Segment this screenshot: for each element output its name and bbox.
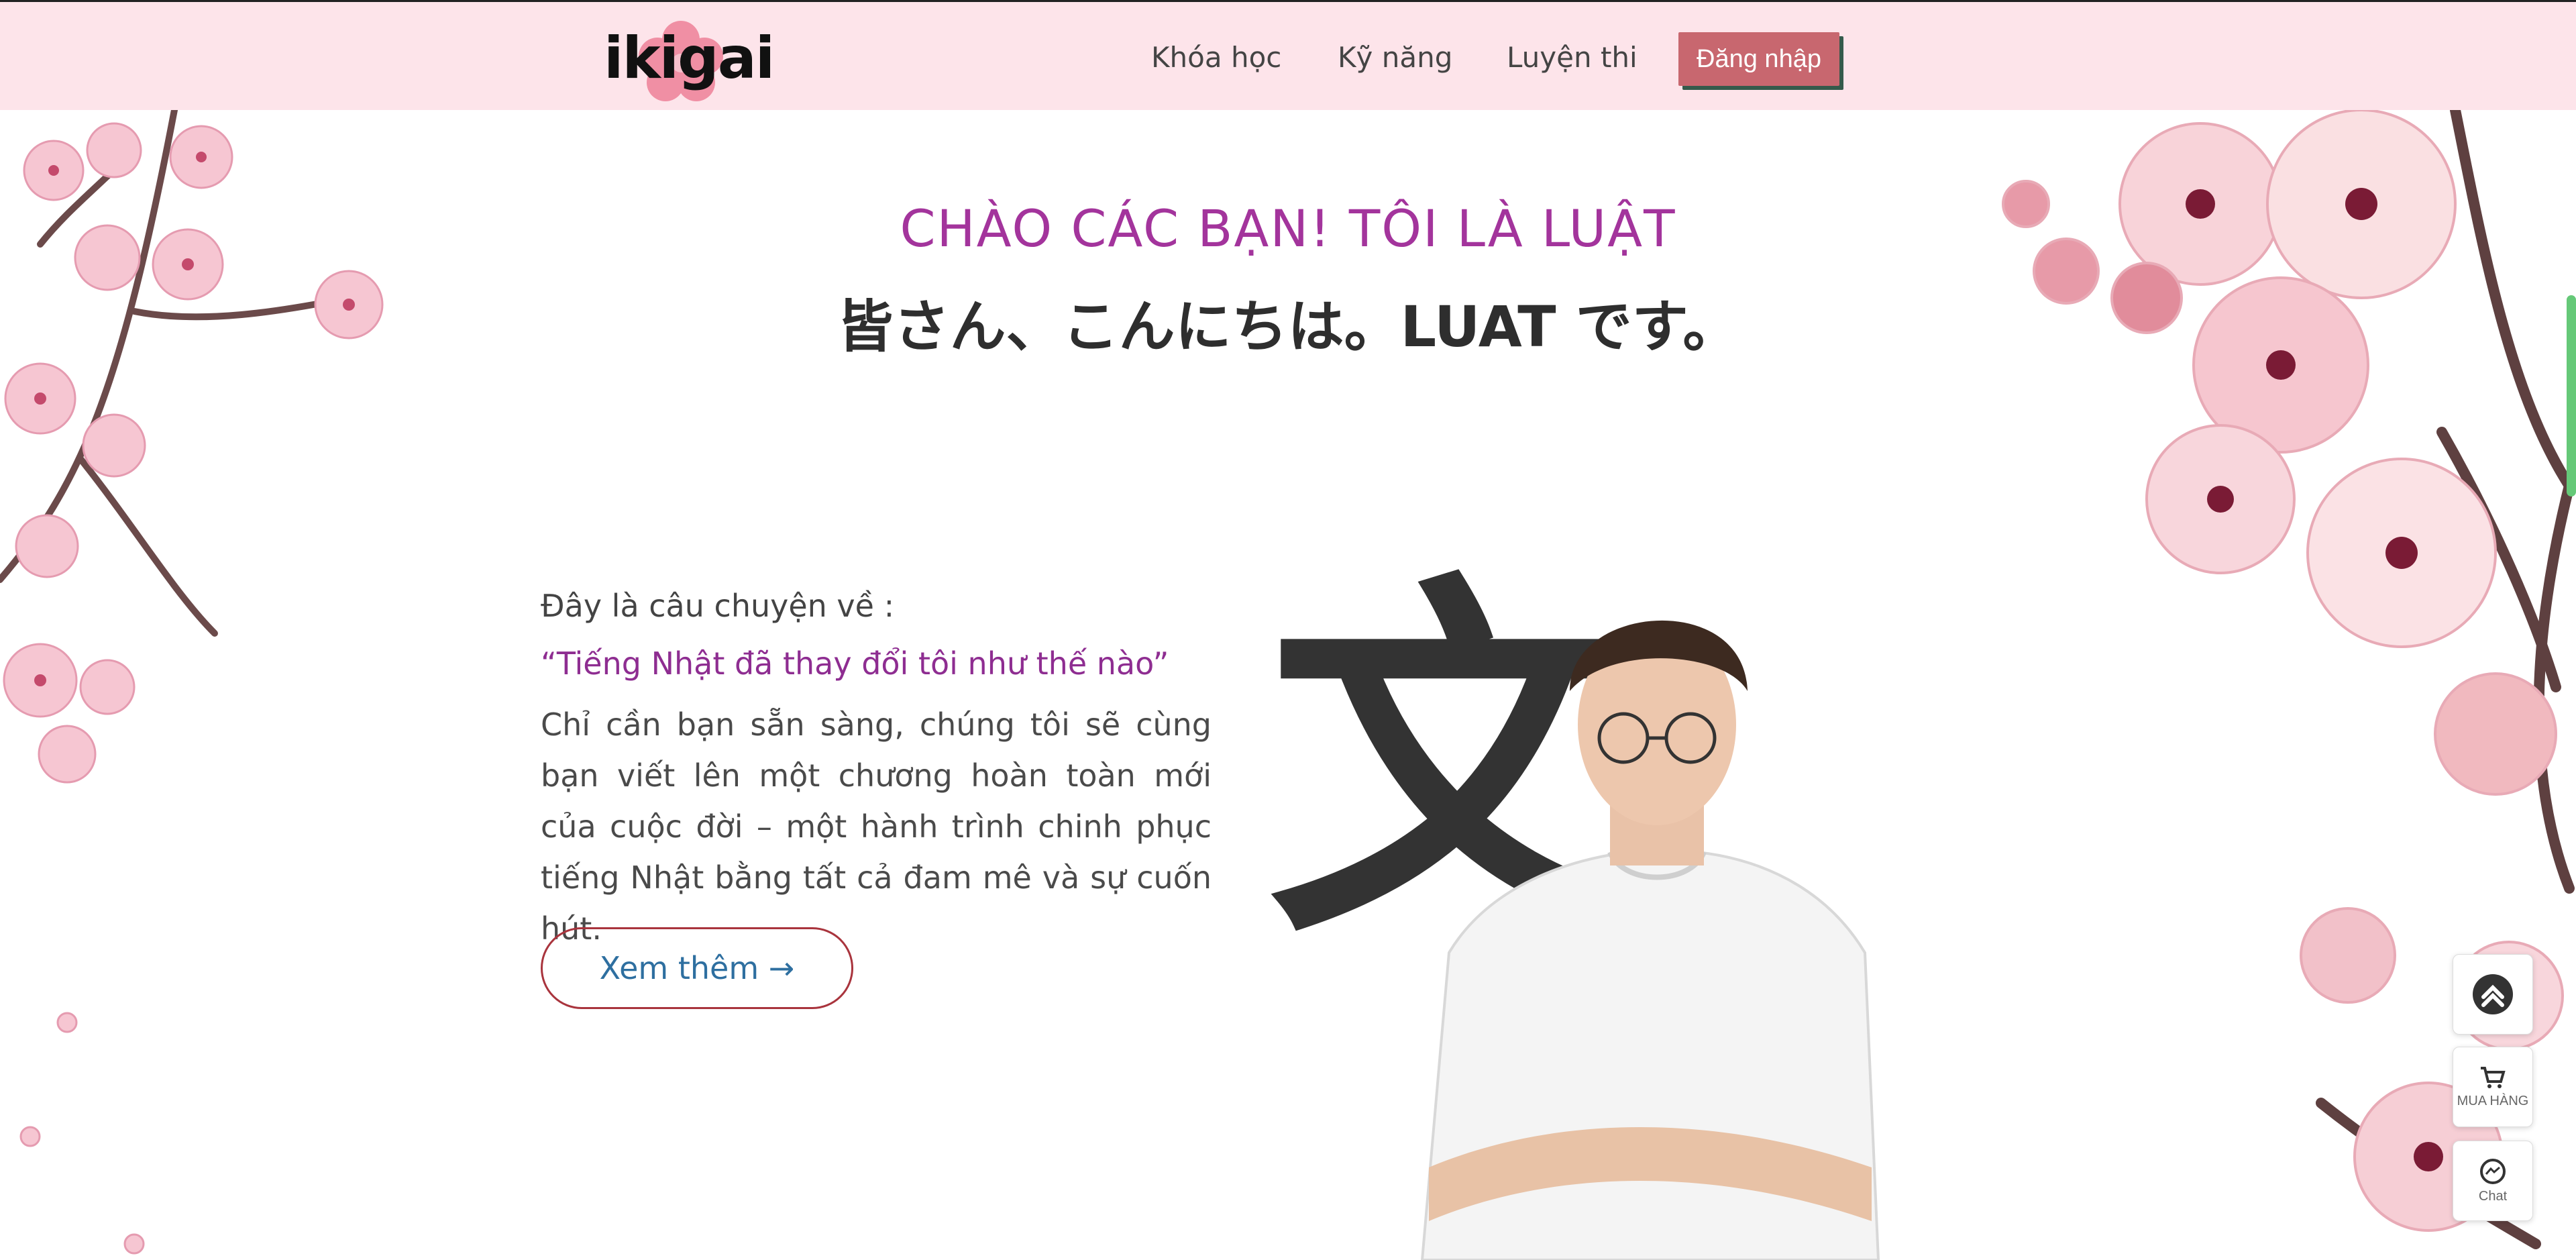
chat-button[interactable]: Chat [2453,1141,2533,1221]
nav-skills[interactable]: Kỹ năng [1338,41,1452,74]
scroll-top-icon [2473,974,2513,1014]
greeting-japanese: 皆さん、こんにちは。LUAT です。 [837,294,1739,360]
nav-exam-prep[interactable]: Luyện thi [1507,41,1638,74]
chat-label: Chat [2478,1188,2508,1204]
story-body: Chỉ cần bạn sẵn sàng, chúng tôi sẽ cùng … [541,706,1212,947]
scrollbar-thumb[interactable] [2567,295,2576,496]
scroll-top-button[interactable] [2453,954,2533,1035]
logo[interactable]: ikigai [604,19,775,103]
nav-courses[interactable]: Khóa học [1151,41,1281,74]
portrait-photo [1420,620,1880,1260]
site-header: ikigai Khóa học Kỹ năng Luyện thi Đăng n… [0,0,2576,110]
buy-button[interactable]: MUA HÀNG [2453,1047,2533,1127]
logo-text: ikigai [604,25,775,92]
cart-icon [2481,1066,2506,1088]
story-intro: Đây là câu chuyện về : [541,588,895,624]
greeting-vietnamese: CHÀO CÁC BẠN! TÔI LÀ LUẬT [900,199,1676,258]
see-more-button[interactable]: Xem thêm → [541,927,853,1009]
login-button[interactable]: Đăng nhập [1678,32,1839,86]
buy-label: MUA HÀNG [2457,1093,2529,1108]
messenger-icon [2480,1158,2506,1184]
story-quote: “Tiếng Nhật đã thay đổi tôi như thế nào” [541,645,1169,682]
